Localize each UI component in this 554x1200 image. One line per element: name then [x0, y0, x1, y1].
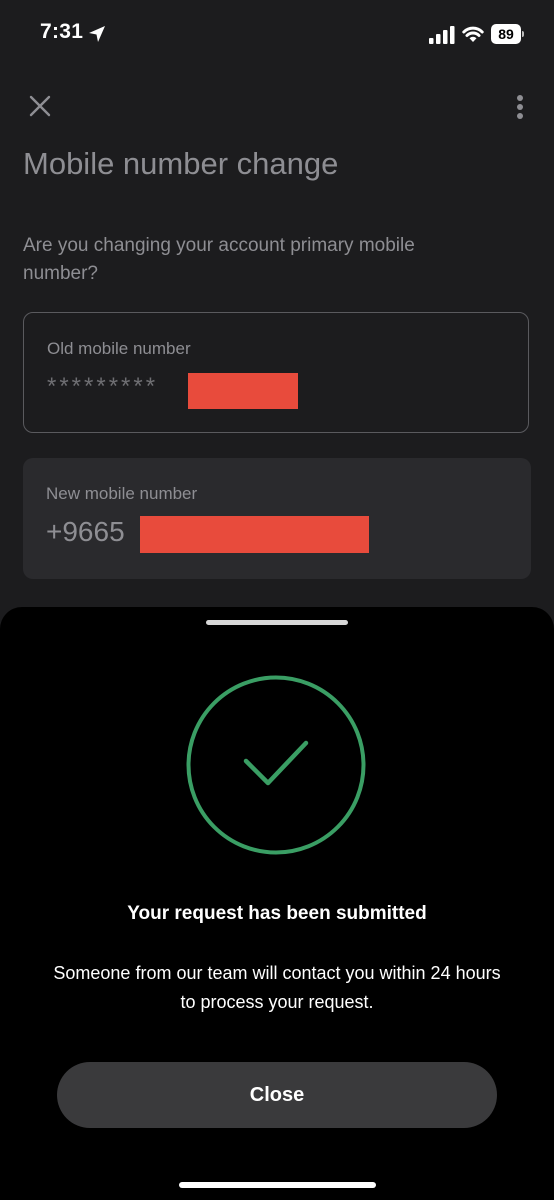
location-arrow-icon: [89, 26, 105, 42]
status-bar: 7:31 89: [0, 0, 554, 70]
check-circle-icon: [186, 675, 366, 855]
new-mobile-number-label: New mobile number: [46, 484, 198, 503]
sheet-grabber[interactable]: [206, 620, 348, 625]
close-button[interactable]: Close: [57, 1062, 497, 1128]
more-vertical-icon[interactable]: [512, 94, 528, 122]
battery-tip: [522, 31, 524, 37]
old-mobile-number-field[interactable]: Old mobile number *********: [23, 312, 529, 433]
success-title: Your request has been submitted: [127, 903, 427, 924]
battery-level: 89: [498, 26, 514, 42]
success-bottom-sheet: Your request has been submitted Someone …: [0, 607, 554, 1200]
wifi-icon: [462, 26, 484, 42]
home-indicator: [179, 1182, 376, 1188]
signal-icon: [429, 26, 455, 44]
new-mobile-number-field[interactable]: New mobile number +9665: [23, 458, 531, 579]
new-mobile-number-value: +9665: [46, 516, 125, 547]
success-description: Someone from our team will contact you w…: [53, 963, 501, 1012]
screen: 7:31 89 Mobile number change Are you cha…: [0, 0, 554, 1200]
battery-icon: 89: [491, 24, 524, 44]
redaction-box: [188, 373, 298, 409]
old-mobile-number-value: *********: [47, 373, 159, 400]
redaction-box: [140, 516, 369, 553]
old-mobile-number-label: Old mobile number: [47, 339, 191, 358]
page-title: Mobile number change: [23, 146, 339, 181]
close-icon[interactable]: [28, 94, 52, 118]
status-time: 7:31: [40, 20, 84, 43]
question-text: Are you changing your account primary mo…: [23, 235, 415, 284]
